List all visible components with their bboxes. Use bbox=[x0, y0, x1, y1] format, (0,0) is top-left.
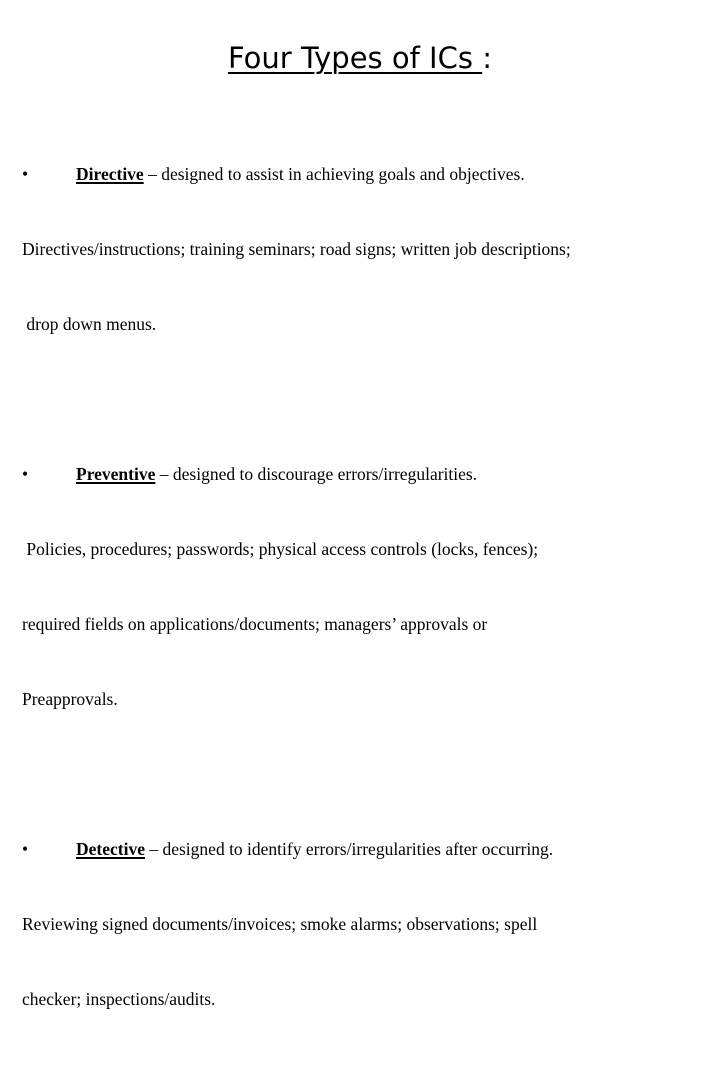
bullet-definition: designed to discourage errors/irregulari… bbox=[172, 464, 478, 484]
bullet-example-line: Preapprovals. bbox=[22, 689, 118, 709]
bullet-example-line: Reviewing signed documents/invoices; smo… bbox=[22, 914, 538, 934]
slide-canvas: Four Types of ICs : • Directive – designe… bbox=[0, 0, 720, 1009]
bullet-dash: – bbox=[155, 464, 173, 484]
title-trailing-colon: : bbox=[482, 41, 492, 75]
bullet-definition: designed to identify errors/irregulariti… bbox=[162, 839, 554, 859]
bullet-point-icon: • bbox=[22, 164, 29, 184]
bullet-keyword: Preventive bbox=[76, 464, 156, 484]
bullet-example-line: drop down menus. bbox=[22, 314, 157, 334]
bullet-dash: – bbox=[143, 164, 162, 184]
bullet-headline: • Directive – designed to assist in achie… bbox=[22, 162, 706, 187]
slide-body: • Directive – designed to assist in achie… bbox=[0, 112, 720, 1080]
bullet-point-icon: • bbox=[22, 464, 29, 484]
bullet-point-icon: • bbox=[22, 839, 29, 859]
bullet-paragraph-preventive: • Preventive – designed to discourage err… bbox=[0, 412, 720, 762]
bullet-paragraph-detective: • Detective – designed to identify errors… bbox=[0, 787, 720, 1062]
bullet-dash: – bbox=[144, 839, 163, 859]
bullet-headline: • Detective – designed to identify errors… bbox=[22, 837, 706, 862]
bullet-keyword: Detective bbox=[76, 839, 145, 859]
bullet-example-line: Policies, procedures; passwords; physica… bbox=[22, 539, 539, 559]
page-title: Four Types of ICs : bbox=[228, 41, 492, 75]
bullet-keyword: Directive bbox=[76, 164, 144, 184]
bullet-example-line: Directives/instructions; training semina… bbox=[22, 239, 571, 259]
title-underlined-text: Four Types of ICs bbox=[228, 41, 483, 75]
bullet-headline: • Preventive – designed to discourage err… bbox=[22, 462, 706, 487]
bullet-paragraph-directive: • Directive – designed to assist in achie… bbox=[0, 112, 720, 387]
bullet-example-line: checker; inspections/audits. bbox=[22, 989, 216, 1009]
slide-title: Four Types of ICs : bbox=[0, 41, 720, 75]
bullet-example-line: required fields on applications/document… bbox=[22, 614, 488, 634]
bullet-definition: designed to assist in achieving goals an… bbox=[161, 164, 525, 184]
